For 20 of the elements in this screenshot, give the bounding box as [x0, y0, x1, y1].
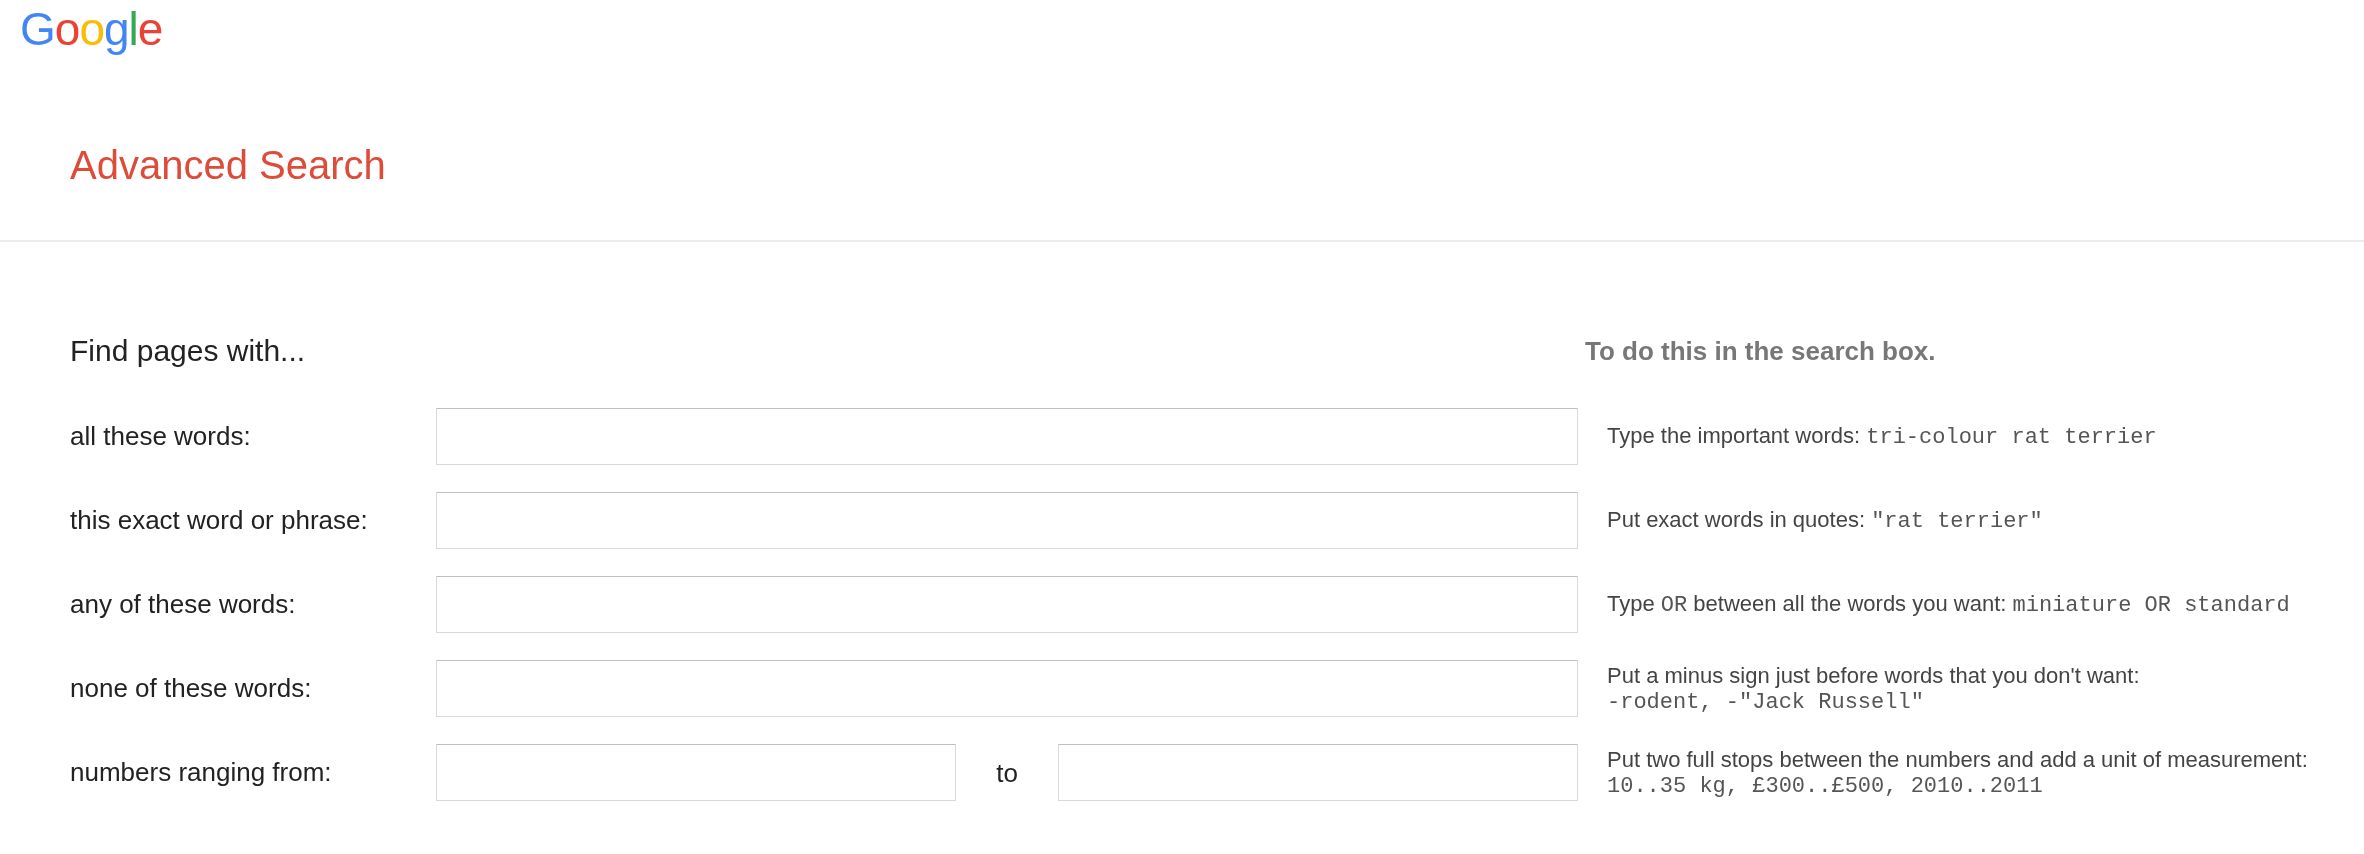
- hint-column-heading: To do this in the search box.: [1585, 335, 1936, 368]
- hint-text: Put a minus sign just before words that you don't want: -rodent, -"Jack Russell": [1607, 662, 2141, 715]
- hint-text: Type OR between all the words you want: miniature OR standard: [1607, 591, 2291, 618]
- hint-text: Type the important words: tri-colour rat terrier: [1607, 423, 2158, 450]
- range-separator: to: [996, 757, 1018, 788]
- field-label: none of these words:: [70, 673, 312, 703]
- input-field[interactable]: [436, 492, 1578, 549]
- input-field[interactable]: [436, 576, 1578, 633]
- field-label: this exact word or phrase:: [70, 505, 368, 535]
- hint-text: Put two full stops between the numbers and add a unit of measurement: 10..35 kg, £300..£500, 2010..2011: [1607, 746, 2309, 799]
- page-title: Advanced Search: [70, 142, 386, 189]
- input-field[interactable]: [436, 660, 1578, 717]
- field-label: all these words:: [70, 421, 251, 451]
- section-heading: Find pages with...: [70, 333, 306, 369]
- input-field[interactable]: [1058, 744, 1578, 801]
- input-field[interactable]: [436, 744, 956, 801]
- hint-text: Put exact words in quotes: "rat terrier": [1607, 507, 2044, 534]
- field-label: numbers ranging from:: [70, 757, 332, 787]
- input-field[interactable]: [436, 408, 1578, 465]
- field-label: any of these words:: [70, 589, 296, 619]
